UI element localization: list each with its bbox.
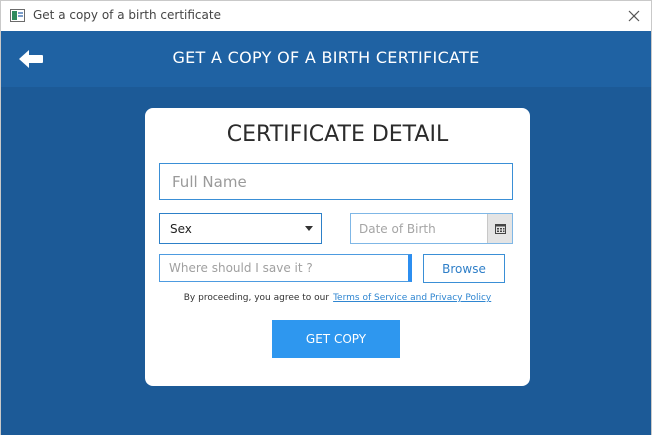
- browse-button[interactable]: Browse: [423, 254, 505, 283]
- page-title: GET A COPY OF A BIRTH CERTIFICATE: [172, 48, 480, 67]
- app-header: GET A COPY OF A BIRTH CERTIFICATE: [1, 31, 651, 87]
- terms-notice: By proceeding, you agree to our Terms of …: [145, 293, 530, 303]
- close-icon: [628, 10, 640, 22]
- sex-select[interactable]: Sex: [159, 213, 322, 244]
- date-of-birth-picker: [350, 213, 513, 244]
- window-title: Get a copy of a birth certificate: [33, 8, 221, 22]
- app-body: GET A COPY OF A BIRTH CERTIFICATE CERTIF…: [0, 31, 652, 435]
- save-path-input[interactable]: [159, 254, 412, 282]
- calendar-icon: [494, 223, 506, 234]
- terms-link[interactable]: Terms of Service and Privacy Policy: [333, 293, 491, 303]
- get-copy-button[interactable]: GET COPY: [272, 320, 400, 358]
- full-name-input[interactable]: [159, 163, 513, 200]
- window-titlebar: Get a copy of a birth certificate: [0, 0, 652, 31]
- chevron-down-icon: [305, 226, 313, 231]
- sex-select-value: Sex: [170, 222, 192, 236]
- terms-prefix: By proceeding, you agree to our: [183, 293, 330, 303]
- calendar-button[interactable]: [487, 214, 512, 243]
- app-window-icon: [10, 9, 25, 22]
- card-title: CERTIFICATE DETAIL: [226, 122, 449, 147]
- date-of-birth-input[interactable]: [351, 214, 487, 243]
- certificate-detail-card: CERTIFICATE DETAIL Sex: [145, 108, 530, 386]
- close-button[interactable]: [623, 5, 645, 27]
